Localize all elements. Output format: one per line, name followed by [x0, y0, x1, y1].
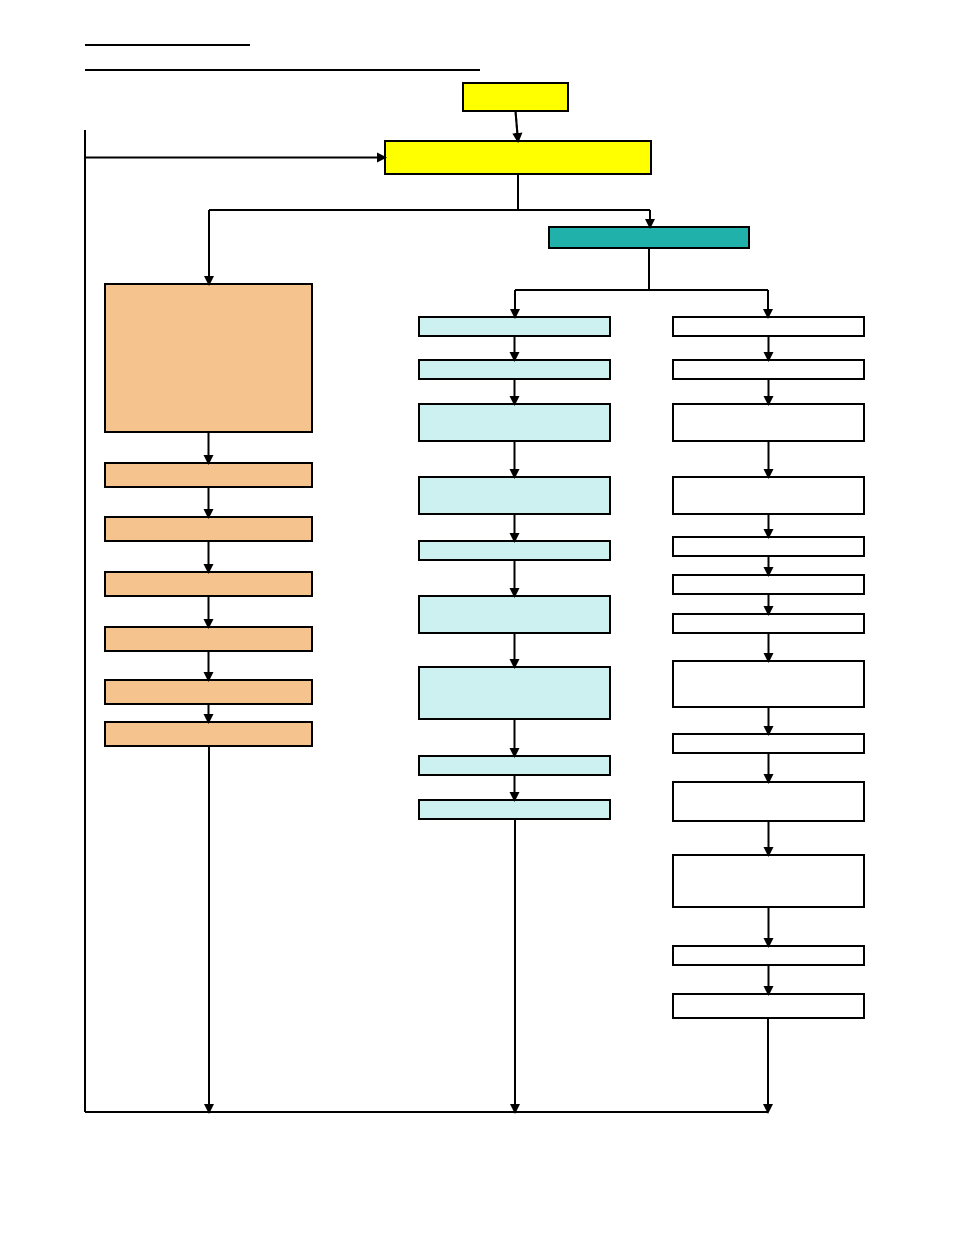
flow-connector	[516, 111, 519, 141]
flow-box-white-7	[673, 614, 864, 633]
flow-box-peach-5	[105, 680, 312, 704]
flow-box-white-10	[673, 782, 864, 821]
flow-box-white-9	[673, 734, 864, 753]
flow-box-peach-6	[105, 722, 312, 746]
flow-box-cyan-8	[419, 756, 610, 775]
flow-box-cyan-7	[419, 667, 610, 719]
flow-box-cyan-2	[419, 360, 610, 379]
flow-box-cyan-1	[419, 317, 610, 336]
flow-box-white-11	[673, 855, 864, 907]
flow-box-white-12	[673, 946, 864, 965]
flow-box-cyan-5	[419, 541, 610, 560]
flow-box-peach-3	[105, 572, 312, 596]
flow-box-white-6	[673, 575, 864, 594]
flow-connector	[85, 130, 385, 158]
flow-box-white-8	[673, 661, 864, 707]
flow-box-white-3	[673, 404, 864, 441]
flow-box-cyan-3	[419, 404, 610, 441]
flow-box-peach-2	[105, 517, 312, 541]
flow-box-peach-4	[105, 627, 312, 651]
flow-box-white-1	[673, 317, 864, 336]
flow-box-white-4	[673, 477, 864, 514]
flow-box-cyan-6	[419, 596, 610, 633]
flow-box-peach-big	[105, 284, 312, 432]
flowchart-diagram	[0, 0, 954, 1235]
flow-box-teal-header	[549, 227, 749, 248]
flow-box-top-yellow-wide	[385, 141, 651, 174]
flow-box-white-5	[673, 537, 864, 556]
flow-box-peach-1	[105, 463, 312, 487]
flow-box-white-13	[673, 994, 864, 1018]
flow-box-top-yellow-small	[463, 83, 568, 111]
flow-box-cyan-4	[419, 477, 610, 514]
flow-box-white-2	[673, 360, 864, 379]
flow-box-cyan-9	[419, 800, 610, 819]
